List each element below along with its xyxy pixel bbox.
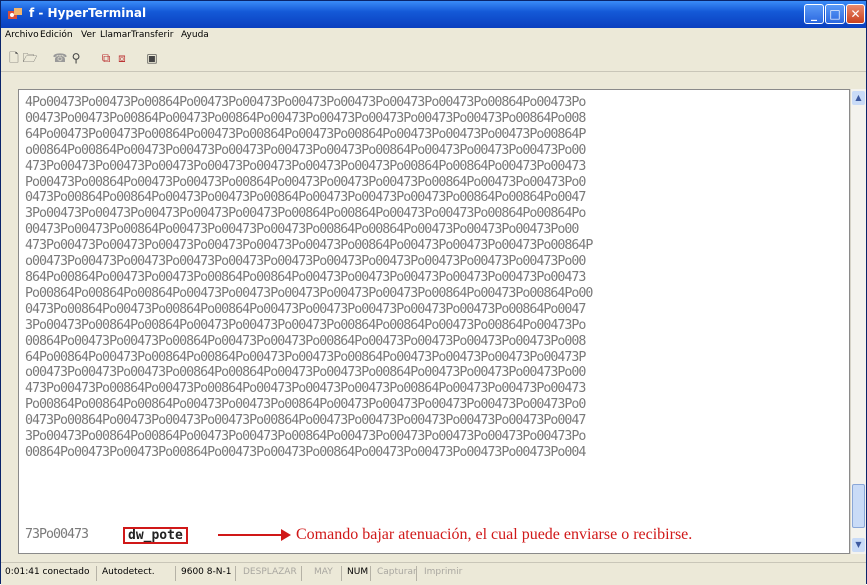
status-bar: 0:01:41 conectado Autodetect. 9600 8-N-1…: [1, 562, 866, 585]
status-params: 9600 8-N-1: [181, 567, 232, 577]
status-num: NUM: [347, 567, 369, 577]
hyperterminal-window: f - HyperTerminal _ □ ✕ Archivo Edición …: [0, 0, 867, 585]
window-title: f - HyperTerminal: [29, 6, 147, 20]
scroll-thumb[interactable]: [852, 484, 865, 528]
terminal-area[interactable]: 4Po00473Po00473Po00864Po00473Po00473Po00…: [18, 89, 850, 554]
menu-ver[interactable]: Ver: [81, 30, 96, 40]
scroll-up-button[interactable]: ▲: [852, 91, 865, 105]
minimize-button[interactable]: _: [804, 4, 824, 24]
terminal-output: 4Po00473Po00473Po00864Po00473Po00473Po00…: [25, 95, 593, 460]
new-icon[interactable]: 🗋: [6, 51, 22, 66]
menu-bar: Archivo Edición Ver Llamar Transferir Ay…: [1, 28, 866, 46]
menu-transferir[interactable]: Transferir: [131, 30, 173, 40]
disconnect-icon[interactable]: ⚲: [68, 51, 84, 66]
maximize-button[interactable]: □: [825, 4, 845, 24]
status-scroll: DESPLAZAR: [243, 567, 297, 577]
properties-icon[interactable]: ▣: [144, 51, 160, 66]
status-detect: Autodetect.: [102, 567, 155, 577]
hyperterminal-app-icon: [8, 8, 22, 19]
annotation-arrowhead: [281, 529, 291, 541]
status-print: Imprimir: [424, 567, 463, 577]
terminal-last-line: 73Po00473: [25, 527, 89, 542]
receive-icon[interactable]: ⧈: [114, 51, 130, 66]
send-icon[interactable]: ⧉: [98, 51, 114, 66]
toolbar: 🗋 🗁 ☎ ⚲ ⧉ ⧈ ▣: [1, 47, 866, 72]
command-highlight: dw_pote: [123, 527, 188, 544]
title-bar[interactable]: f - HyperTerminal _ □ ✕: [1, 1, 866, 28]
annotation-text: Comando bajar atenuación, el cual puede …: [296, 526, 693, 543]
call-icon[interactable]: ☎: [52, 51, 68, 66]
annotation-arrow: [218, 534, 284, 536]
menu-archivo[interactable]: Archivo: [5, 30, 39, 40]
menu-llamar[interactable]: Llamar: [100, 30, 131, 40]
menu-edicion[interactable]: Edición: [40, 30, 73, 40]
menu-ayuda[interactable]: Ayuda: [181, 30, 209, 40]
status-connected: 0:01:41 conectado: [5, 567, 90, 577]
open-icon[interactable]: 🗁: [22, 51, 38, 66]
scroll-down-button[interactable]: ▼: [852, 538, 865, 552]
status-caps: MAY: [314, 567, 333, 577]
vertical-scrollbar[interactable]: ▲ ▼: [850, 89, 866, 554]
status-capture: Capturar: [377, 567, 417, 577]
close-button[interactable]: ✕: [846, 4, 865, 24]
